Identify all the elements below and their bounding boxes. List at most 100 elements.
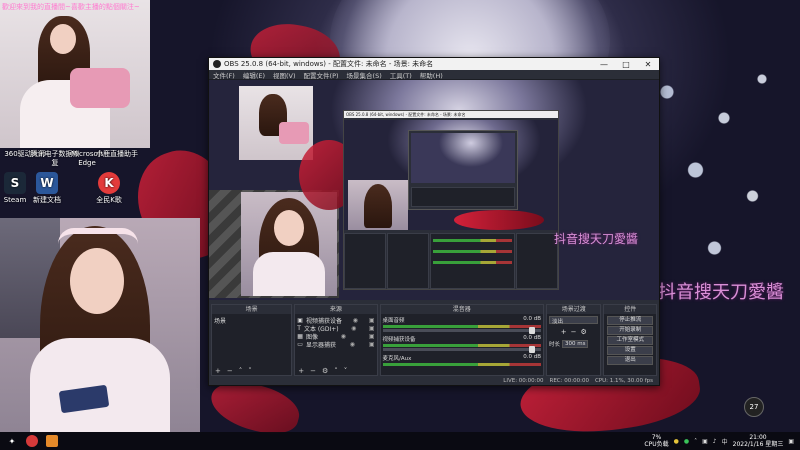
audio-meter: [382, 325, 541, 328]
add-transition-icon[interactable]: +: [561, 328, 567, 336]
lock-icon[interactable]: ▣: [369, 325, 375, 332]
network-icon[interactable]: ▣: [702, 438, 708, 445]
desktop-icon-document[interactable]: W 新建文档: [22, 172, 72, 205]
volume-icon[interactable]: ♪: [713, 438, 717, 445]
slider-handle[interactable]: [528, 327, 535, 334]
nested-obs-title: OBS 25.0.8 (64-bit, windows) - 配置文件: 未命名…: [344, 111, 558, 118]
desktop-icon-karaoke[interactable]: K 全民K歌: [84, 172, 134, 205]
wallpaper-text-right: 抖音搜天刀愛醬: [658, 282, 784, 303]
desktop-icon-label: 全民K歌: [96, 196, 122, 204]
nested-obs-window: OBS 25.0.8 (64-bit, windows) - 配置文件: 未命名…: [343, 110, 559, 290]
mixer-dock-title: 混音器: [380, 305, 543, 314]
stop-streaming-button[interactable]: 停止推流: [607, 316, 653, 325]
sources-dock: 来源 ▣ 视频捕获设备 ◉ ▣ T 文本 (GDI+) ◉ ▣ ▦ 图像 ◉ ▣…: [294, 304, 378, 376]
transition-buttons: + − ⚙: [549, 328, 599, 336]
chevron-up-icon[interactable]: ˄: [694, 438, 697, 445]
menu-file[interactable]: 文件(F): [213, 70, 235, 80]
lock-icon[interactable]: ▣: [369, 317, 375, 324]
maximize-icon[interactable]: □: [615, 60, 637, 69]
tray-app-icon[interactable]: ●: [684, 438, 689, 445]
visibility-eye-icon[interactable]: ◉: [350, 341, 355, 348]
transition-select[interactable]: 淡出: [548, 316, 599, 325]
scenes-dock: 场景 场景 + − ˄ ˅: [211, 304, 293, 376]
channel-db: 0.0 dB: [523, 316, 541, 322]
move-up-icon[interactable]: ˄: [239, 367, 243, 375]
clock-time: 21:00: [749, 434, 767, 441]
obs-titlebar[interactable]: OBS 25.0.8 (64-bit, windows) - 配置文件: 未命名…: [209, 58, 659, 70]
nested-red-petal: [454, 210, 544, 230]
lock-icon[interactable]: ▣: [369, 341, 375, 348]
notification-icon[interactable]: ▣: [788, 438, 794, 445]
temperature-badge: 27: [744, 397, 764, 417]
obs-logo-icon: [213, 60, 221, 68]
app-icon-red[interactable]: [26, 435, 38, 447]
visibility-eye-icon[interactable]: ◉: [351, 325, 356, 332]
person-face: [70, 248, 124, 314]
remove-source-icon[interactable]: −: [310, 367, 316, 375]
visibility-eye-icon[interactable]: ◉: [353, 317, 358, 324]
minimize-icon[interactable]: —: [593, 60, 615, 69]
menu-view[interactable]: 视图(V): [273, 70, 296, 80]
clock-date: 2022/1/16 星期三: [732, 441, 784, 448]
camera-icon: ▣: [297, 316, 303, 324]
input-method-icon[interactable]: 中: [722, 437, 728, 446]
visibility-eye-icon[interactable]: ◉: [341, 333, 346, 340]
source-item[interactable]: ▭ 显示器捕获 ◉ ▣: [297, 340, 375, 349]
lock-icon[interactable]: ▣: [369, 333, 375, 340]
word-document-icon: W: [36, 172, 58, 194]
top-webcam-overlay: 歡迎來到我的直播間~喜歡主播的點個關注~: [0, 0, 150, 148]
scene-item[interactable]: 场景: [214, 316, 289, 325]
start-recording-button[interactable]: 开始录制: [607, 326, 653, 335]
cpu-status: CPU: 1.1%, 30.00 fps: [594, 377, 653, 384]
preview-wallpaper-text: 抖音搜天刀愛醬: [554, 232, 639, 246]
remove-transition-icon[interactable]: −: [571, 328, 577, 336]
slider-handle[interactable]: [528, 346, 535, 353]
volume-slider[interactable]: [382, 327, 541, 334]
channel-name: 桌面音频: [382, 318, 405, 324]
duration-field[interactable]: 300 ms: [562, 340, 589, 348]
person-body: [253, 252, 325, 296]
exit-button[interactable]: 退出: [607, 356, 653, 365]
clock[interactable]: 21:00 2022/1/16 星期三: [733, 434, 784, 448]
source-item-label: 显示器捕获: [305, 341, 336, 349]
add-scene-icon[interactable]: +: [215, 367, 221, 375]
mixer-channels: 桌面音频 0.0 dB 视频捕获设备 0.0 dB 麦克风/Aux 0.0 dB: [381, 314, 543, 375]
karaoke-app-icon: K: [98, 172, 120, 194]
nested-inner-preview: [411, 133, 515, 183]
pink-chair: [279, 122, 309, 144]
rec-status: REC: 00:00:00: [549, 377, 589, 384]
menu-profile[interactable]: 配置文件(P): [304, 70, 339, 80]
remove-scene-icon[interactable]: −: [227, 367, 233, 375]
menu-help[interactable]: 帮助(H): [420, 70, 443, 80]
menu-scene-collection[interactable]: 场景集合(S): [347, 70, 382, 80]
nested-inner-docks: [411, 187, 515, 207]
obs-window[interactable]: OBS 25.0.8 (64-bit, windows) - 配置文件: 未命名…: [208, 57, 660, 386]
settings-button[interactable]: 设置: [607, 346, 653, 355]
add-source-icon[interactable]: +: [298, 367, 304, 375]
move-up-icon[interactable]: ˄: [334, 367, 338, 375]
audio-meter: [382, 363, 541, 366]
gear-icon[interactable]: ⚙: [580, 328, 586, 336]
start-button-icon[interactable]: ✦: [6, 435, 18, 447]
app-icon-orange[interactable]: [46, 435, 58, 447]
audio-meter: [432, 250, 513, 253]
scenes-list[interactable]: 场景: [212, 314, 291, 366]
obs-menubar: 文件(F) 编辑(E) 视图(V) 配置文件(P) 场景集合(S) 工具(T) …: [209, 70, 659, 80]
move-down-icon[interactable]: ˅: [344, 367, 348, 375]
move-down-icon[interactable]: ˅: [248, 367, 252, 375]
system-tray: 7% CPU负载 ● ● ˄ ▣ ♪ 中 21:00 2022/1/16 星期三…: [644, 434, 794, 448]
sources-list[interactable]: ▣ 视频捕获设备 ◉ ▣ T 文本 (GDI+) ◉ ▣ ▦ 图像 ◉ ▣ ▭ …: [295, 314, 376, 366]
menu-edit[interactable]: 编辑(E): [243, 70, 265, 80]
desktop-icon[interactable]: 小鹿直播助手: [92, 150, 142, 159]
mixer-dock: 混音器 桌面音频 0.0 dB 视频捕获设备 0.0 dB 麦克风/Aux 0.0 d…: [379, 304, 544, 376]
mixer-channel: 桌面音频 0.0 dB: [382, 316, 541, 334]
tray-app-icon[interactable]: ●: [674, 438, 679, 445]
nested-dock-mixer: [429, 233, 516, 289]
obs-preview-canvas[interactable]: OBS 25.0.8 (64-bit, windows) - 配置文件: 未命名…: [209, 80, 659, 300]
volume-slider[interactable]: [382, 346, 541, 353]
close-icon[interactable]: ✕: [637, 60, 659, 69]
transitions-dock-title: 场景过渡: [546, 305, 601, 314]
gear-icon[interactable]: ⚙: [322, 367, 328, 375]
studio-mode-button[interactable]: 工作室模式: [607, 336, 653, 345]
menu-tools[interactable]: 工具(T): [390, 70, 412, 80]
